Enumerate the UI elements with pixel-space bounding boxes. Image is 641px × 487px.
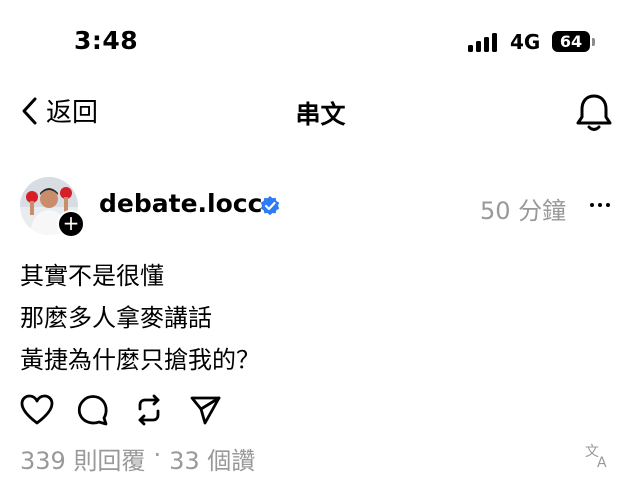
post-timestamp: 50 分鐘 bbox=[480, 197, 567, 225]
network-type: 4G bbox=[510, 30, 541, 54]
repost-icon[interactable] bbox=[132, 393, 166, 427]
translate-icon[interactable]: 文 A bbox=[584, 440, 614, 474]
status-time: 3:48 bbox=[74, 26, 139, 55]
heart-icon[interactable] bbox=[20, 393, 54, 427]
dot-icon bbox=[598, 203, 602, 207]
bell-icon[interactable] bbox=[574, 92, 614, 138]
post-line: 那麼多人拿麥講話 bbox=[20, 304, 212, 332]
comment-icon[interactable] bbox=[76, 393, 110, 427]
follow-button[interactable]: + bbox=[57, 210, 85, 238]
verified-icon bbox=[260, 196, 280, 220]
stats-separator: · bbox=[153, 441, 162, 469]
battery-cap bbox=[592, 38, 595, 46]
post-body: 其實不是很懂 那麼多人拿麥講話 黃捷為什麼只搶我的？ bbox=[20, 255, 260, 381]
username[interactable]: debate.locc bbox=[99, 189, 262, 218]
dot-icon bbox=[590, 203, 594, 207]
post-stats: 339 則回覆 · 33 個讚 bbox=[20, 441, 255, 476]
post-line: 其實不是很懂 bbox=[20, 262, 164, 290]
dot-icon bbox=[606, 203, 610, 207]
post-line: 黃捷為什麼只搶我的？ bbox=[20, 346, 260, 374]
share-icon[interactable] bbox=[188, 393, 222, 427]
post-actions bbox=[20, 393, 222, 427]
likes-count[interactable]: 33 個讚 bbox=[169, 441, 255, 476]
battery-level: 64 bbox=[552, 31, 590, 52]
signal-icon bbox=[468, 32, 497, 52]
page-title: 串文 bbox=[295, 100, 346, 129]
svg-text:A: A bbox=[597, 455, 607, 470]
more-options-button[interactable] bbox=[590, 193, 610, 217]
replies-count[interactable]: 339 則回覆 bbox=[20, 441, 145, 476]
